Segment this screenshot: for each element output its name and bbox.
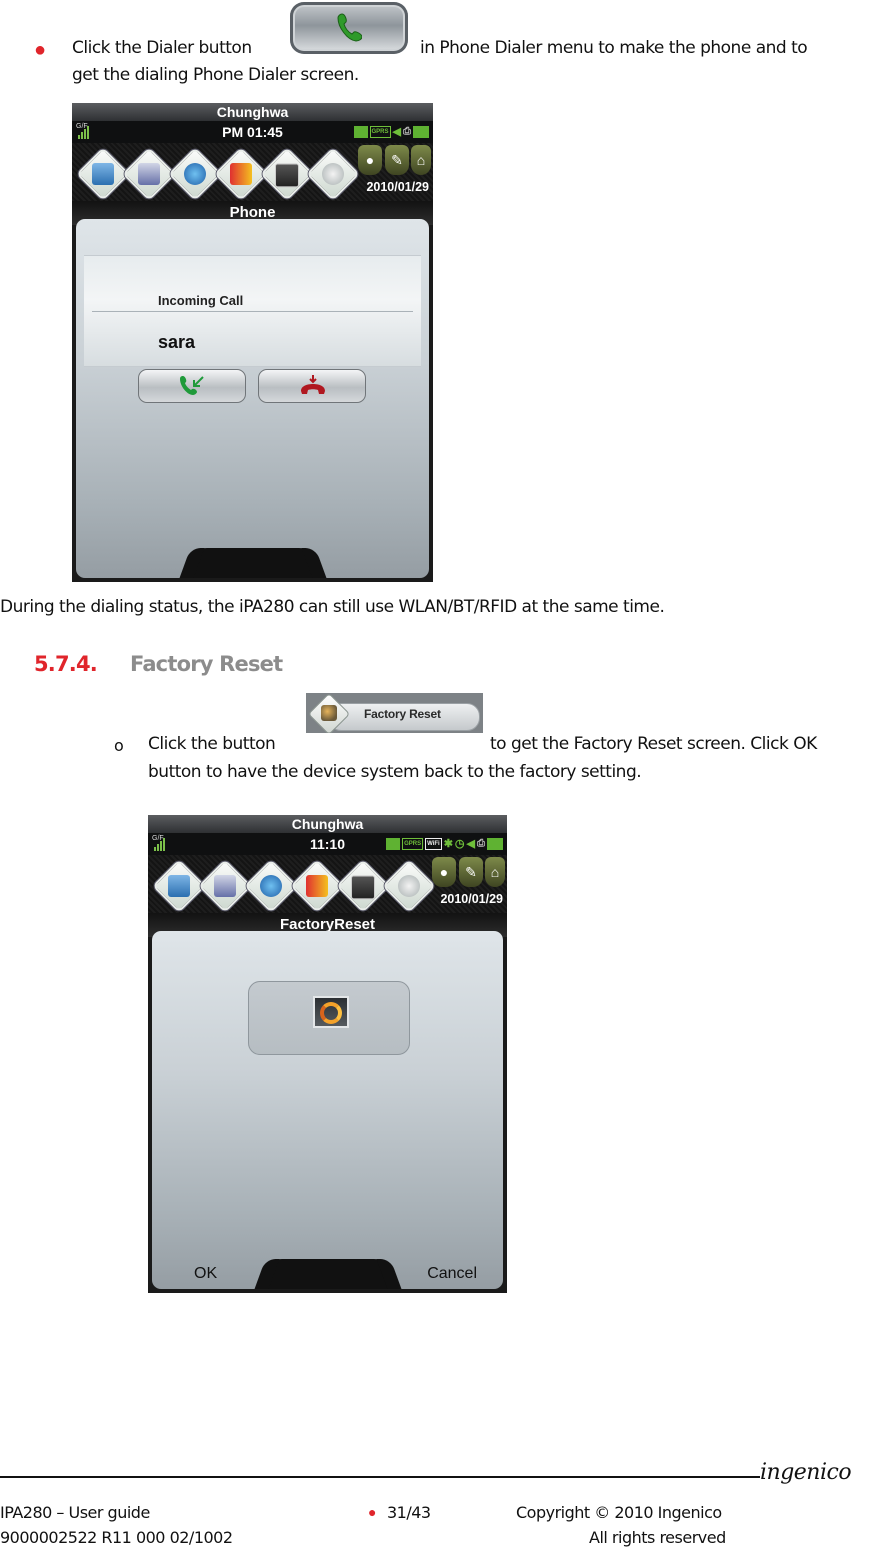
bottom-tab bbox=[190, 548, 315, 578]
page-number: 31/43 bbox=[387, 1503, 431, 1522]
contact-icon[interactable]: ● bbox=[432, 857, 456, 887]
magnifier-icon[interactable] bbox=[382, 859, 436, 913]
bullet-marker: ● bbox=[34, 39, 47, 61]
body-text: During the dialing status, the iPA280 ca… bbox=[0, 597, 665, 617]
wrench-icon[interactable]: ✎ bbox=[459, 857, 483, 887]
phone-icon[interactable] bbox=[152, 859, 206, 913]
call-info-panel: Incoming Call sara bbox=[84, 255, 421, 367]
caller-name: sara bbox=[158, 332, 196, 352]
signal-icon: G/F bbox=[76, 123, 90, 139]
bluetooth-icon: ✱ bbox=[443, 838, 453, 850]
body-text: button to have the device system back to… bbox=[148, 762, 642, 782]
factory-reset-button-image: Factory Reset bbox=[306, 693, 483, 733]
wifi-icon: WiFi bbox=[425, 838, 442, 850]
doc-reference: 9000002522 R11 000 02/1002 bbox=[0, 1528, 233, 1547]
usb-icon bbox=[353, 126, 368, 138]
app-toolbar: ● ✎ ⌂ 2010/01/29 bbox=[72, 143, 433, 201]
carrier-name: Chunghwa bbox=[148, 815, 507, 833]
reject-call-button[interactable] bbox=[258, 369, 366, 403]
factory-reset-icon bbox=[311, 996, 349, 1032]
rights: All rights reserved bbox=[589, 1528, 726, 1547]
phone-screen-incoming-call: Chunghwa G/F PM 01:45 GPRS ◀ ⎙ ● ✎ ⌂ 201… bbox=[72, 103, 433, 582]
keyboard-icon[interactable] bbox=[122, 147, 176, 201]
globe-icon[interactable] bbox=[168, 147, 222, 201]
section-number: 5.7.4. bbox=[34, 652, 98, 676]
call-status-label: Incoming Call bbox=[158, 293, 244, 308]
factory-reset-label: Factory Reset bbox=[364, 707, 441, 721]
keyboard-icon[interactable] bbox=[198, 859, 252, 913]
usb-icon bbox=[386, 838, 401, 850]
date: 2010/01/29 bbox=[366, 180, 429, 194]
contact-icon[interactable]: ● bbox=[358, 145, 382, 175]
date: 2010/01/29 bbox=[440, 892, 503, 906]
sub-bullet-marker: o bbox=[114, 736, 124, 755]
cancel-button[interactable]: Cancel bbox=[427, 1265, 477, 1283]
printer-icon: ⎙ bbox=[477, 838, 485, 849]
copyright: Copyright © 2010 Ingenico bbox=[516, 1503, 722, 1522]
home-icon[interactable]: ⌂ bbox=[411, 145, 431, 175]
phone-icon[interactable] bbox=[76, 147, 130, 201]
gprs-icon: GPRS bbox=[369, 126, 391, 138]
monitor-check-icon[interactable] bbox=[336, 859, 390, 913]
body-text: to get the Factory Reset screen. Click O… bbox=[490, 734, 817, 754]
signal-icon: G/F bbox=[152, 835, 166, 851]
answer-call-icon bbox=[180, 376, 204, 395]
screen-body: Incoming Call sara bbox=[76, 219, 429, 578]
battery-icon bbox=[413, 126, 429, 138]
body-text: Click the Dialer button bbox=[72, 38, 252, 58]
doc-title: IPA280 – User guide bbox=[0, 1503, 150, 1522]
footer-rule bbox=[0, 1476, 760, 1478]
dialer-button-image bbox=[290, 2, 408, 54]
lock-icon[interactable] bbox=[214, 147, 268, 201]
divider bbox=[92, 311, 413, 312]
clock: PM 01:45 bbox=[222, 124, 283, 140]
carrier-name: Chunghwa bbox=[72, 103, 433, 121]
clock: 11:10 bbox=[309, 836, 346, 852]
footer-bullet: ● bbox=[368, 1504, 377, 1520]
lock-icon[interactable] bbox=[290, 859, 344, 913]
speaker-icon: ◀ bbox=[392, 126, 401, 138]
battery-icon bbox=[487, 838, 503, 850]
phone-screen-factory-reset: Chunghwa G/F 11:10 GPRS WiFi ✱ ◷ ◀ ⎙ ● ✎… bbox=[148, 815, 507, 1293]
globe-icon[interactable] bbox=[244, 859, 298, 913]
wrench-icon[interactable]: ✎ bbox=[385, 145, 409, 175]
hangup-call-icon bbox=[301, 375, 325, 394]
alarm-icon: ◷ bbox=[454, 838, 465, 850]
phone-handset-icon bbox=[337, 13, 362, 42]
body-text: in Phone Dialer menu to make the phone a… bbox=[420, 38, 808, 58]
app-toolbar: ● ✎ ⌂ 2010/01/29 bbox=[148, 855, 507, 913]
bottom-tab bbox=[265, 1259, 390, 1289]
screen-body: OK Cancel bbox=[152, 931, 503, 1289]
status-bar: G/F PM 01:45 GPRS ◀ ⎙ bbox=[72, 121, 433, 143]
ingenico-logo: ingenico bbox=[760, 1460, 852, 1485]
body-text: Click the button bbox=[148, 734, 276, 754]
section-title: Factory Reset bbox=[130, 652, 283, 676]
status-bar: G/F 11:10 GPRS WiFi ✱ ◷ ◀ ⎙ bbox=[148, 833, 507, 855]
speaker-icon: ◀ bbox=[466, 838, 475, 850]
answer-call-button[interactable] bbox=[138, 369, 246, 403]
magnifier-icon[interactable] bbox=[306, 147, 360, 201]
monitor-check-icon[interactable] bbox=[260, 147, 314, 201]
factory-reset-panel[interactable] bbox=[248, 981, 410, 1055]
home-icon[interactable]: ⌂ bbox=[485, 857, 505, 887]
printer-icon: ⎙ bbox=[403, 126, 411, 137]
gprs-icon: GPRS bbox=[402, 838, 424, 850]
body-text: get the dialing Phone Dialer screen. bbox=[72, 65, 359, 85]
ok-button[interactable]: OK bbox=[194, 1265, 217, 1283]
